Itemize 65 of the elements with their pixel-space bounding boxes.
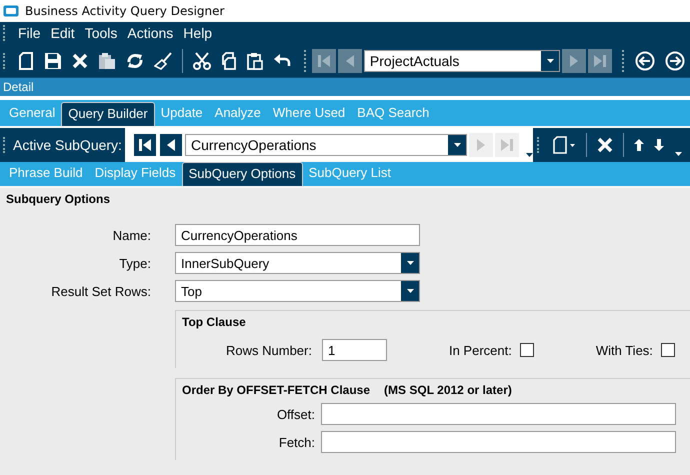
field-label: Offset:: [276, 406, 316, 422]
field-label: Type:: [118, 256, 152, 270]
group-note: (MS SQL 2012 or later): [384, 383, 512, 397]
query-selector[interactable]: ProjectActuals: [364, 50, 560, 72]
checkbox-label: With Ties:: [596, 342, 653, 358]
menu-item[interactable]: Edit: [46, 25, 80, 41]
subquery-label: Active SubQuery:: [13, 137, 122, 153]
delete-icon[interactable]: [72, 52, 88, 68]
dropdown-arrow-icon: [406, 261, 414, 265]
subquery-selector[interactable]: CurrencyOperations: [185, 134, 468, 156]
overflow-caret-icon[interactable]: [675, 152, 682, 156]
skip-to-start-icon: [138, 138, 152, 152]
back-icon[interactable]: [635, 50, 656, 70]
rows-number-field[interactable]: 1: [322, 339, 387, 361]
skip-to-end-icon: [593, 54, 608, 68]
copy-icon[interactable]: [220, 52, 237, 70]
panel-title: Subquery Options: [6, 192, 112, 206]
new-document-icon[interactable]: [18, 52, 34, 70]
group-title: Top Clause: [182, 315, 247, 329]
delete-icon[interactable]: [597, 137, 613, 153]
skip-to-start-icon: [316, 54, 331, 68]
field-label: Fetch:: [278, 434, 316, 450]
up-arrow-icon[interactable]: [634, 139, 644, 151]
section-header: Detail: [0, 78, 690, 100]
dropdown-field[interactable]: Top: [175, 280, 420, 302]
dropdown-arrow-icon: [406, 289, 414, 293]
fetch-field[interactable]: [321, 431, 676, 453]
skip-to-end-icon: [500, 138, 514, 152]
broom-icon[interactable]: [154, 52, 172, 70]
previous-subquery-button[interactable]: [159, 133, 183, 157]
refresh-icon[interactable]: [126, 52, 144, 70]
clipboard-icon[interactable]: [98, 52, 116, 70]
previous-record-button[interactable]: [338, 48, 362, 72]
field-label: Result Set Rows:: [50, 284, 152, 298]
first-subquery-button[interactable]: [133, 133, 157, 157]
app-icon: [3, 5, 19, 17]
next-record-button[interactable]: [562, 48, 586, 72]
menu-item[interactable]: Actions: [122, 25, 178, 41]
checkbox[interactable]: [520, 343, 534, 357]
dropdown-arrow-icon: [546, 58, 554, 62]
checkbox[interactable]: [660, 343, 675, 357]
offset-field[interactable]: [321, 403, 676, 425]
field-label: Name:: [112, 228, 152, 242]
menu-item[interactable]: Help: [178, 25, 218, 41]
forward-icon[interactable]: [665, 50, 686, 70]
menu-item[interactable]: File: [13, 25, 46, 41]
dropdown-field[interactable]: InnerSubQuery: [175, 252, 420, 274]
first-record-button[interactable]: [312, 48, 336, 72]
name-field[interactable]: CurrencyOperations: [175, 224, 420, 246]
tab[interactable]: Query Builder: [61, 102, 155, 126]
scissors-icon[interactable]: [192, 52, 211, 70]
field-label: Rows Number:: [226, 342, 312, 358]
overflow-caret-icon[interactable]: [526, 153, 533, 157]
tab[interactable]: SubQuery Options: [182, 162, 303, 186]
menu-item[interactable]: Tools: [80, 25, 122, 41]
new-document-icon[interactable]: [552, 136, 576, 154]
checkbox-label: In Percent:: [448, 342, 512, 358]
dropdown-arrow-icon: [454, 143, 461, 147]
paste-icon[interactable]: [246, 52, 263, 70]
last-record-button[interactable]: [588, 48, 612, 72]
down-arrow-icon[interactable]: [654, 139, 664, 151]
save-icon[interactable]: [44, 52, 62, 70]
group-title: Order By OFFSET-FETCH Clause: [182, 383, 370, 397]
undo-icon[interactable]: [272, 52, 291, 68]
window-title: Business Activity Query Designer: [25, 4, 224, 18]
